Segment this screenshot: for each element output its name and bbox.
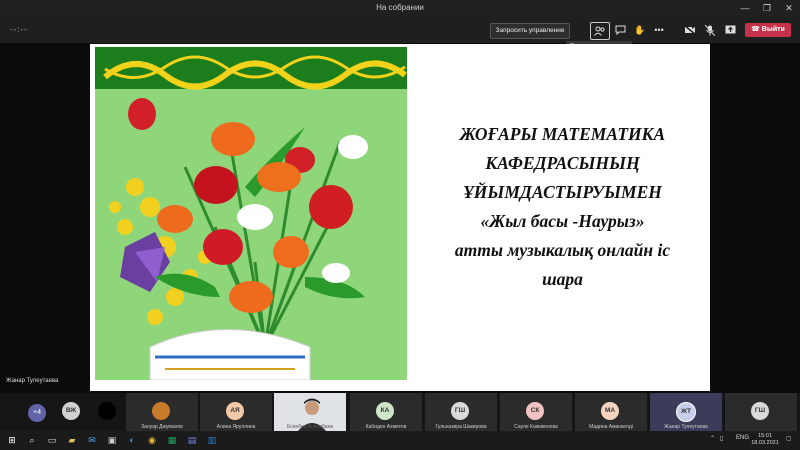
store-icon[interactable]: ▣: [106, 434, 118, 446]
file-explorer-icon[interactable]: ▰: [66, 434, 78, 446]
window-titlebar: На собрании — ❐ ✕: [0, 0, 800, 17]
chrome-icon[interactable]: ◉: [146, 434, 158, 446]
participant-tile[interactable]: АЯ Алина Яруллина: [200, 393, 272, 431]
participant-tile[interactable]: МА Мадина Аманкелді: [575, 393, 647, 431]
meeting-toolbar: --:-- Запросить управление ✋ ••• ☎ Выйти: [0, 17, 800, 43]
participant-tile[interactable]: ГШ Гульназира Шакирова: [425, 393, 497, 431]
flower-bouquet-image: [95, 47, 407, 380]
slide-line: ҰЙЫМДАСТЫРУЫМЕН: [463, 182, 662, 202]
slide-line: КАФЕДРАСЫНЫҢ: [485, 153, 640, 173]
search-icon[interactable]: ⌕: [26, 434, 38, 446]
mail-icon[interactable]: ✉: [86, 434, 98, 446]
participant-tile[interactable]: СК Сауле Кажикенова: [500, 393, 572, 431]
participant-name: Есенбек Алибабаев: [286, 424, 334, 430]
avatar: МА: [601, 402, 619, 420]
clock-time: 15:01: [758, 433, 772, 439]
avatar: [98, 402, 116, 420]
more-participants-badge[interactable]: +4: [28, 404, 46, 422]
microphone-off-icon[interactable]: [701, 22, 719, 38]
participant-name: Зaнyар Джумaнов: [141, 424, 183, 430]
meeting-timer: --:--: [10, 25, 28, 34]
participant-tile[interactable]: Зaнyар Джумaнов: [126, 393, 198, 431]
excel-icon[interactable]: ▦: [166, 434, 178, 446]
avatar: ВЖ: [62, 402, 80, 420]
avatar: АЯ: [226, 402, 244, 420]
participant-tile[interactable]: ГШ: [725, 393, 797, 431]
minimize-icon[interactable]: —: [734, 0, 756, 17]
network-icon[interactable]: ▯: [720, 435, 723, 442]
windows-taskbar: ⊞ ⌕ ▭ ▰ ✉ ▣ ◐ ◉ ▦ ▤ ▥ ⌃ ▯ ENG 15:01 18.0…: [0, 431, 800, 450]
share-screen-icon[interactable]: [721, 22, 739, 38]
participant-name: Кабиден Ахметов: [365, 424, 407, 430]
reactions-icon[interactable]: ✋: [631, 22, 649, 38]
avatar: ГШ: [751, 402, 769, 420]
leave-button-label: Выйти: [761, 26, 785, 33]
participant-name: Сауле Кажикенова: [514, 424, 558, 430]
avatar: [152, 402, 170, 420]
participant-video-tile[interactable]: Есенбек Алибабаев: [274, 393, 346, 431]
edge-icon[interactable]: ◐: [126, 434, 138, 446]
participants-icon[interactable]: [590, 22, 610, 40]
notifications-icon[interactable]: ▢: [786, 435, 792, 442]
word-icon[interactable]: ▥: [206, 434, 218, 446]
participant-name: Мадина Аманкелді: [589, 424, 633, 430]
participant-name: Жанар Тулеутаева: [664, 424, 708, 430]
maximize-icon[interactable]: ❐: [756, 0, 778, 17]
windows-start-icon[interactable]: ⊞: [6, 434, 18, 446]
participant-tile[interactable]: [88, 393, 128, 431]
participant-tile-speaking[interactable]: ЖТ Жанар Тулеутаева: [650, 393, 722, 431]
avatar: КА: [376, 402, 394, 420]
avatar: СК: [526, 402, 544, 420]
slide-line: ЖОҒАРЫ МАТЕМАТИКА: [459, 124, 666, 144]
leave-button[interactable]: ☎ Выйти: [745, 23, 791, 37]
slide-line: атты музыкалық онлайн іс: [454, 240, 671, 260]
participant-name: Гульназира Шакирова: [435, 424, 487, 430]
participant-tile[interactable]: КА Кабиден Ахметов: [350, 393, 422, 431]
more-options-icon[interactable]: •••: [650, 22, 668, 38]
clock-date: 18.03.2021: [751, 440, 779, 446]
participant-name: Алина Яруллина: [216, 424, 256, 430]
participants-strip: ВЖ Зaнyар Джумaнов АЯ Алина Яруллина Есе…: [0, 393, 800, 431]
window-title: На собрании: [376, 3, 424, 12]
taskbar-clock[interactable]: 15:01 18.03.2021: [748, 433, 782, 447]
slide-line: шара: [542, 269, 583, 289]
camera-off-icon[interactable]: [681, 22, 699, 38]
tray-chevron-icon[interactable]: ⌃: [710, 435, 715, 442]
presenter-name: Жанар Тулеутаева: [6, 378, 59, 384]
shared-slide: ЖОҒАРЫ МАТЕМАТИКА КАФЕДРАСЫНЫҢ ҰЙЫМДАСТЫ…: [90, 44, 710, 391]
slide-title-text: ЖОҒАРЫ МАТЕМАТИКА КАФЕДРАСЫНЫҢ ҰЙЫМДАСТЫ…: [420, 120, 705, 294]
chat-icon[interactable]: [611, 22, 629, 38]
slide-line: «Жыл басы -Наурыз»: [480, 211, 645, 231]
close-icon[interactable]: ✕: [778, 0, 800, 17]
avatar: ЖТ: [676, 402, 696, 422]
request-control-button[interactable]: Запросить управление: [490, 23, 570, 39]
teams-icon[interactable]: ▤: [186, 434, 198, 446]
avatar: ГШ: [451, 402, 469, 420]
task-view-icon[interactable]: ▭: [46, 434, 58, 446]
